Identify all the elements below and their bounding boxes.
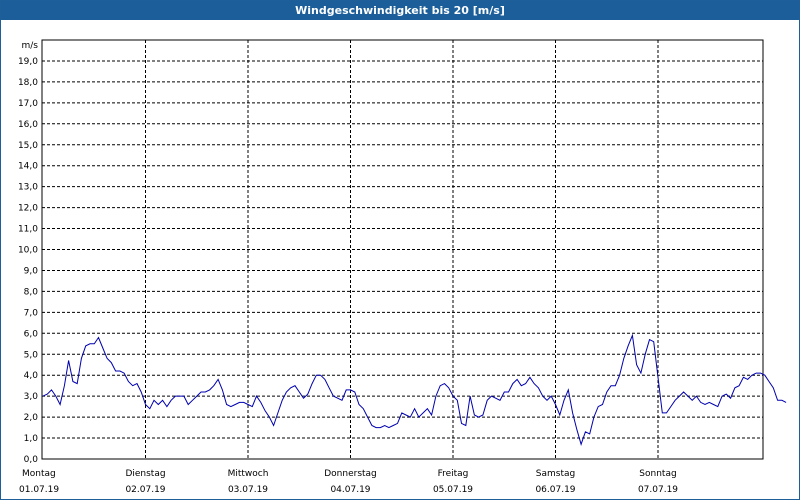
x-tick-date-label: 06.07.19 — [535, 485, 575, 495]
y-tick-label: 12,0 — [18, 204, 38, 214]
y-tick-label: 16,0 — [18, 120, 38, 130]
y-tick-label: 13,0 — [18, 183, 38, 193]
y-tick-label: 4,0 — [24, 371, 39, 381]
y-tick-label: 10,0 — [18, 246, 38, 256]
y-tick-label: 9,0 — [24, 266, 39, 276]
y-tick-label: 7,0 — [24, 308, 39, 318]
y-tick-label: 14,0 — [18, 162, 38, 172]
y-tick-label: 1,0 — [24, 434, 39, 444]
grid-lines — [42, 40, 763, 459]
y-tick-label: 8,0 — [24, 287, 39, 297]
x-tick-day-label: Samstag — [536, 469, 575, 479]
x-tick-day-label: Donnerstag — [324, 469, 377, 479]
y-tick-label: 17,0 — [18, 99, 38, 109]
y-tick-label: 5,0 — [24, 350, 39, 360]
x-axis-ticks: Montag 01.07.19 Dienstag 02.07.19 Mittwoch 03… — [19, 469, 678, 495]
x-tick-day-label: Mittwoch — [228, 469, 269, 479]
x-tick-day-label: Dienstag — [125, 469, 165, 479]
x-tick-date-label: 02.07.19 — [125, 485, 165, 495]
y-tick-label: 6,0 — [24, 329, 39, 339]
y-tick-label: 11,0 — [18, 225, 38, 235]
y-tick-label: 3,0 — [24, 392, 39, 402]
x-tick-day-label: Montag — [22, 469, 56, 479]
y-tick-label: 15,0 — [18, 141, 38, 151]
x-tick-date-label: 01.07.19 — [19, 485, 59, 495]
y-tick-label: 2,0 — [24, 413, 39, 423]
x-tick-date-label: 07.07.19 — [638, 485, 678, 495]
y-tick-label: 0,0 — [24, 455, 39, 465]
x-tick-date-label: 03.07.19 — [228, 485, 268, 495]
y-tick-label: 19,0 — [18, 57, 38, 67]
y-axis-unit-label: m/s — [22, 41, 39, 51]
x-tick-date-label: 04.07.19 — [330, 485, 370, 495]
y-axis-ticks: 0,0 1,0 2,0 3,0 4,0 5,0 6,0 7,0 8,0 9,0 10,0 11,0 12… — [18, 57, 38, 465]
y-tick-label: 18,0 — [18, 78, 38, 88]
wind-speed-series-line — [42, 333, 787, 446]
wind-speed-chart: m/s 0,0 1,0 2,0 3,0 4,0 5,0 6,0 7,0 8,0 9,0 10,0 11… — [18, 39, 787, 495]
x-tick-day-label: Freitag — [438, 469, 469, 479]
x-tick-date-label: 05.07.19 — [433, 485, 473, 495]
x-tick-day-label: Sonntag — [639, 469, 676, 479]
